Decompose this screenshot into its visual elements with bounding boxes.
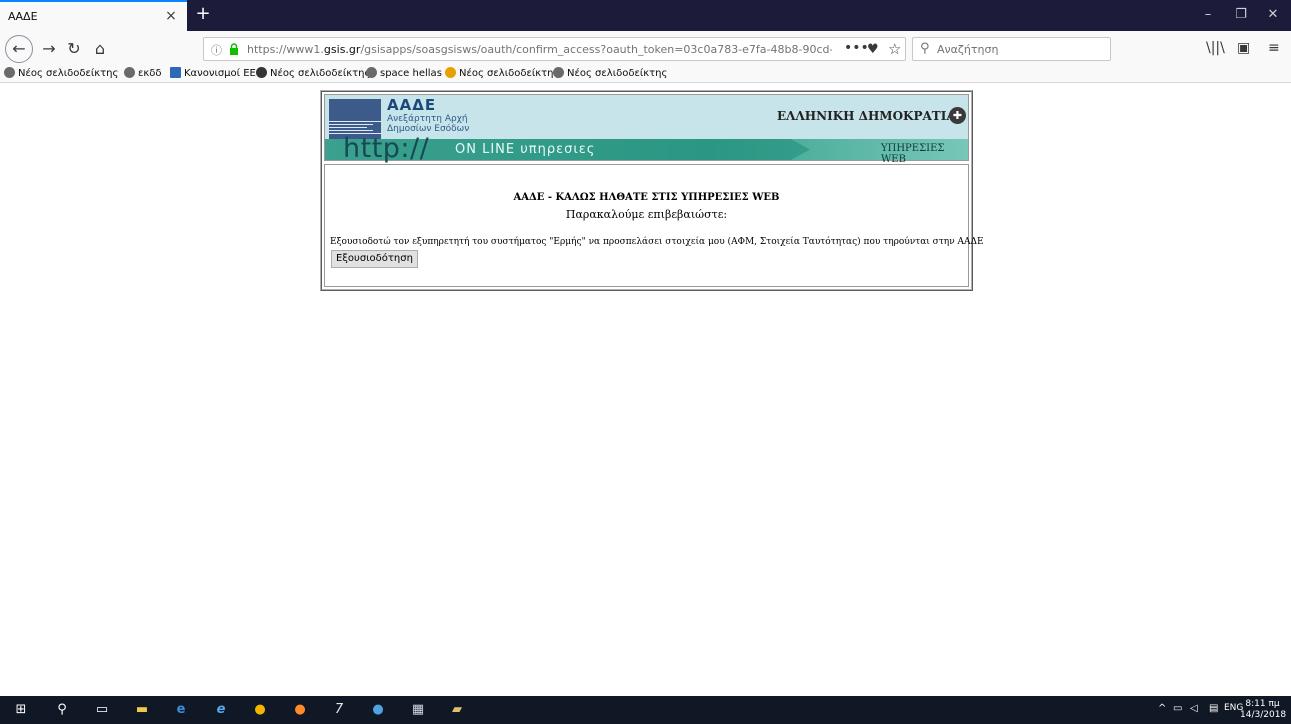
close-window-button[interactable]: ✕ bbox=[1258, 6, 1288, 24]
volume-icon[interactable]: ◁ bbox=[1190, 703, 1198, 714]
globe-icon bbox=[124, 67, 135, 78]
url-text[interactable]: https://www1.gsis.gr/gsisapps/soasgsisws… bbox=[247, 43, 832, 56]
authorize-button[interactable]: Εξουσιοδότηση bbox=[331, 250, 418, 268]
pocket-icon[interactable]: ♥ bbox=[867, 42, 879, 57]
notifications-icon[interactable]: ▤ bbox=[1209, 703, 1218, 714]
app-icon[interactable]: ▦ bbox=[409, 701, 427, 719]
leaf-icon bbox=[445, 67, 456, 78]
chevron-up-icon[interactable]: ^ bbox=[1158, 703, 1166, 714]
bookmark-item[interactable]: Νέος σελιδοδείκτης bbox=[256, 67, 370, 79]
clock-time: 8:11 πμ bbox=[1245, 699, 1280, 709]
file-explorer-icon[interactable]: ▬ bbox=[133, 701, 151, 719]
bookmark-item[interactable]: Κανονισμοί ΕΕ bbox=[170, 67, 256, 79]
header-banner: ΑΑΔΕ Ανεξάρτητη Αρχή Δημοσίων Εσόδων ΕΛΛ… bbox=[324, 94, 969, 165]
edge-icon[interactable]: e bbox=[172, 701, 190, 719]
task-view-icon[interactable]: ▭ bbox=[93, 701, 111, 719]
gsis-frame: ΑΑΔΕ Ανεξάρτητη Αρχή Δημοσίων Εσόδων ΕΛΛ… bbox=[320, 90, 984, 291]
url-bar[interactable]: ⓘ https://www1.gsis.gr/gsisapps/soasgsis… bbox=[203, 37, 906, 61]
new-tab-button[interactable]: + bbox=[193, 4, 213, 24]
7zip-icon[interactable]: 7 bbox=[330, 701, 348, 719]
hellenic-republic-label: ΕΛΛΗΝΙΚΗ ΔΗΜΟΚΡΑΤΙΑ bbox=[777, 109, 956, 123]
search-input[interactable]: ⚲ Αναζήτηση bbox=[912, 37, 1111, 61]
authorization-text: Εξουσιοδοτώ τον εξυπηρετητή του συστήματ… bbox=[330, 237, 984, 247]
bookmark-item[interactable]: Νέος σελιδοδείκτης bbox=[553, 67, 667, 79]
sidebar-icon[interactable]: ▣ bbox=[1237, 40, 1250, 56]
bookmark-item[interactable]: Νέος σελιδοδείκτης bbox=[4, 67, 118, 79]
bookmarks-toolbar: Νέος σελιδοδείκτης εκδδ Κανονισμοί ΕΕ Νέ… bbox=[0, 65, 1291, 83]
chrome-icon[interactable]: ● bbox=[251, 701, 269, 719]
eu-icon bbox=[170, 67, 181, 78]
tab-strip: ΑΑΔΕ × + – ❐ ✕ bbox=[0, 0, 1291, 31]
internet-explorer-icon[interactable]: e bbox=[212, 701, 230, 719]
circle-icon bbox=[256, 67, 267, 78]
globe-icon bbox=[553, 67, 564, 78]
online-services-strip: http:// ON LINE υπηρεσιες ΥΠΗΡΕΣΙΕΣ WEB bbox=[325, 133, 968, 165]
library-icon[interactable]: \||\ bbox=[1206, 40, 1225, 56]
windows-start-icon[interactable]: ⊞ bbox=[12, 701, 30, 719]
confirm-prompt: Παρακαλούμε επιβεβαιώστε: bbox=[565, 208, 728, 221]
tab-aade[interactable]: ΑΑΔΕ × bbox=[0, 0, 187, 31]
forward-button[interactable]: → bbox=[37, 37, 61, 61]
bookmark-item[interactable]: Νέος σελιδοδείκτης bbox=[445, 67, 559, 79]
bookmark-item[interactable]: εκδδ bbox=[124, 67, 162, 79]
search-icon: ⚲ bbox=[920, 41, 930, 56]
search-placeholder: Αναζήτηση bbox=[937, 43, 999, 56]
online-services-text: ON LINE υπηρεσιες bbox=[455, 142, 596, 157]
globe-icon bbox=[366, 67, 377, 78]
app-icon[interactable]: ● bbox=[369, 701, 387, 719]
network-icon[interactable]: ▭ bbox=[1173, 703, 1182, 714]
web-services-label: ΥΠΗΡΕΣΙΕΣ WEB bbox=[881, 143, 945, 165]
globe-icon bbox=[4, 67, 15, 78]
page-content: ΑΑΔΕ Ανεξάρτητη Αρχή Δημοσίων Εσόδων ΕΛΛ… bbox=[0, 84, 1291, 696]
reload-button[interactable]: ↻ bbox=[62, 37, 86, 61]
aade-title: ΑΑΔΕ bbox=[387, 96, 437, 114]
clock[interactable]: 8:11 πμ 14/3/2018 bbox=[1240, 699, 1287, 721]
tab-title: ΑΑΔΕ bbox=[8, 10, 38, 23]
windows-taskbar: ⊞ ⚲ ▭ ▬ e e ● ● 7 ● ▦ ▰ ^ ▭ ◁ ▤ ENG 8:11… bbox=[0, 696, 1291, 724]
home-button[interactable]: ⌂ bbox=[88, 37, 112, 61]
info-icon[interactable]: ⓘ bbox=[211, 42, 222, 58]
page-actions-icon[interactable]: ••• bbox=[844, 40, 869, 56]
bookmark-item[interactable]: space hellas bbox=[366, 67, 442, 79]
search-icon[interactable]: ⚲ bbox=[53, 701, 71, 719]
firefox-icon[interactable]: ● bbox=[291, 701, 309, 719]
clock-date: 14/3/2018 bbox=[1240, 710, 1287, 720]
greek-emblem-icon: ✚ bbox=[949, 107, 966, 124]
back-button[interactable]: ← bbox=[5, 35, 33, 63]
aade-subtitle: Ανεξάρτητη Αρχή bbox=[387, 114, 468, 124]
app-icon[interactable]: ▰ bbox=[448, 701, 466, 719]
maximize-button[interactable]: ❐ bbox=[1226, 6, 1256, 24]
welcome-heading: ΑΑΔΕ - ΚΑΛΩΣ ΗΛΘΑΤΕ ΣΤΙΣ ΥΠΗΡΕΣΙΕΣ WEB bbox=[513, 192, 780, 203]
lock-icon bbox=[230, 43, 238, 55]
http-text: http:// bbox=[343, 133, 430, 164]
tab-close-icon[interactable]: × bbox=[163, 8, 179, 24]
menu-icon[interactable]: ≡ bbox=[1268, 40, 1280, 56]
confirm-panel: ΑΑΔΕ - ΚΑΛΩΣ ΗΛΘΑΤΕ ΣΤΙΣ ΥΠΗΡΕΣΙΕΣ WEB Π… bbox=[324, 164, 984, 287]
minimize-button[interactable]: – bbox=[1193, 6, 1223, 24]
bookmark-star-icon[interactable]: ☆ bbox=[888, 40, 901, 58]
navigation-toolbar: ← → ↻ ⌂ ⓘ https://www1.gsis.gr/gsisapps/… bbox=[0, 31, 1291, 65]
